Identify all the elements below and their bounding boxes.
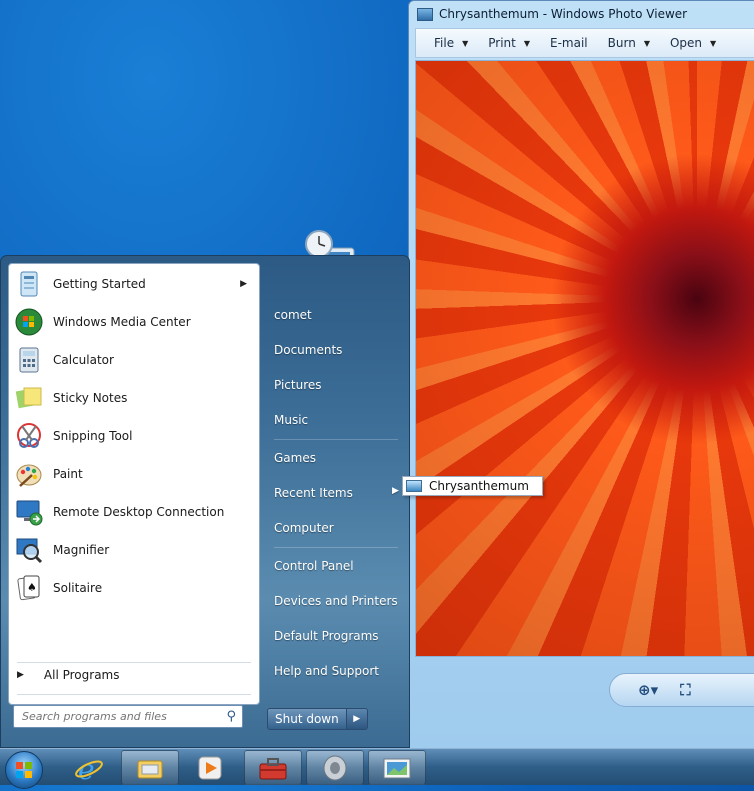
- program-sticky-notes[interactable]: Sticky Notes: [11, 380, 257, 416]
- photo-viewer-app-icon: [417, 7, 433, 21]
- taskbar-speaker[interactable]: [306, 750, 364, 785]
- place-computer[interactable]: Computer: [274, 521, 334, 535]
- solitaire-icon: ♠: [14, 573, 44, 603]
- shutdown-control: Shut down ▶: [267, 708, 368, 730]
- program-label: Snipping Tool: [53, 429, 133, 443]
- program-label: Paint: [53, 467, 83, 481]
- menu-email[interactable]: E-mail: [540, 29, 598, 57]
- place-music[interactable]: Music: [274, 413, 308, 427]
- photo-viewer-window: Chrysanthemum - Windows Photo Viewer Fil…: [408, 0, 754, 750]
- programs-separator: [17, 662, 251, 663]
- search-box: ⚲: [13, 705, 243, 728]
- search-input[interactable]: [22, 710, 212, 723]
- dropdown-arrow-icon: ▼: [523, 38, 531, 48]
- menu-file-label: File: [434, 36, 455, 50]
- menu-bar: File ▼ Print ▼ E-mail Burn ▼ Open ▼: [415, 28, 754, 58]
- all-programs-label: All Programs: [43, 668, 120, 682]
- program-solitaire[interactable]: ♠ Solitaire: [11, 570, 257, 606]
- recent-items-flyout[interactable]: Chrysanthemum: [402, 476, 543, 496]
- places-separator: [274, 439, 398, 440]
- start-button[interactable]: [5, 751, 43, 789]
- program-calculator[interactable]: Calculator: [11, 342, 257, 378]
- places-separator: [274, 547, 398, 548]
- place-user[interactable]: comet: [274, 308, 312, 322]
- taskbar-toolbox[interactable]: [244, 750, 302, 785]
- dropdown-arrow-icon: ▼: [462, 38, 469, 48]
- program-magnifier[interactable]: Magnifier: [11, 532, 257, 568]
- paint-icon: [14, 459, 44, 489]
- photo-viewer-icon: [383, 758, 411, 778]
- place-recent-items[interactable]: Recent Items ▶: [274, 486, 404, 500]
- program-windows-media-center[interactable]: Windows Media Center: [11, 304, 257, 340]
- expand-arrow-icon: ▶: [17, 670, 24, 680]
- program-remote-desktop[interactable]: Remote Desktop Connection: [11, 494, 257, 530]
- dropdown-arrow-icon: ▼: [643, 38, 650, 48]
- recent-items-label: Recent Items: [274, 486, 353, 500]
- windows-logo-icon: [16, 762, 32, 778]
- menu-burn-label: Burn: [607, 36, 636, 50]
- media-player-icon: [198, 756, 222, 779]
- all-programs[interactable]: ▶ All Programs: [17, 668, 120, 682]
- program-getting-started[interactable]: Getting Started ▶: [11, 266, 257, 302]
- remote-desktop-icon: [14, 497, 44, 527]
- svg-text:♠: ♠: [27, 581, 37, 594]
- viewer-controls: ⊕▾ ⛶: [609, 673, 754, 707]
- shutdown-button[interactable]: Shut down: [268, 709, 346, 729]
- internet-explorer-icon: e: [75, 753, 103, 783]
- taskbar-explorer[interactable]: [121, 750, 179, 785]
- menu-open-label: Open: [669, 36, 703, 50]
- actual-size-icon[interactable]: ⛶: [680, 681, 691, 699]
- shutdown-options-arrow-icon[interactable]: ▶: [345, 709, 367, 729]
- program-label: Calculator: [53, 353, 114, 367]
- chrysanthemum-photo: [415, 60, 754, 657]
- window-title: Chrysanthemum - Windows Photo Viewer: [439, 7, 688, 21]
- program-label: Windows Media Center: [53, 315, 191, 329]
- sticky-notes-icon: [14, 383, 44, 413]
- program-snipping-tool[interactable]: Snipping Tool: [11, 418, 257, 454]
- toolbox-icon: [259, 757, 287, 779]
- place-documents[interactable]: Documents: [274, 343, 342, 357]
- getting-started-icon: [14, 269, 44, 299]
- program-label: Remote Desktop Connection: [53, 505, 225, 519]
- menu-print[interactable]: Print ▼: [478, 29, 540, 57]
- search-icon[interactable]: ⚲: [226, 709, 236, 724]
- place-pictures[interactable]: Pictures: [274, 378, 322, 392]
- search-separator: [17, 694, 251, 695]
- taskbar-internet-explorer[interactable]: e: [60, 750, 118, 785]
- submenu-arrow-icon: ▶: [392, 486, 399, 496]
- image-file-icon: [406, 480, 422, 492]
- dropdown-arrow-icon: ▼: [710, 38, 717, 48]
- menu-open[interactable]: Open ▼: [660, 29, 726, 57]
- place-default-programs[interactable]: Default Programs: [274, 629, 379, 643]
- menu-file[interactable]: File ▼: [424, 29, 478, 57]
- program-label: Getting Started: [53, 277, 146, 291]
- recent-item-label: Chrysanthemum: [429, 479, 529, 493]
- taskbar: e: [0, 748, 754, 789]
- title-bar[interactable]: Chrysanthemum - Windows Photo Viewer: [409, 1, 754, 27]
- taskbar-photo-viewer[interactable]: [368, 750, 426, 785]
- speaker-icon: [323, 755, 347, 780]
- place-games[interactable]: Games: [274, 451, 316, 465]
- program-label: Sticky Notes: [53, 391, 128, 405]
- explorer-icon: [137, 760, 163, 778]
- submenu-arrow-icon: ▶: [240, 279, 247, 289]
- menu-burn[interactable]: Burn ▼: [598, 29, 660, 57]
- programs-pane: Getting Started ▶ Windows Media Center C…: [8, 263, 260, 705]
- menu-print-label: Print: [488, 36, 516, 50]
- snipping-tool-icon: [14, 421, 44, 451]
- start-menu: Getting Started ▶ Windows Media Center C…: [0, 255, 410, 748]
- zoom-icon[interactable]: ⊕▾: [638, 681, 658, 699]
- place-control-panel[interactable]: Control Panel: [274, 559, 354, 573]
- media-center-icon: [14, 307, 44, 337]
- program-paint[interactable]: Paint: [11, 456, 257, 492]
- menu-email-label: E-mail: [550, 36, 588, 50]
- taskbar-media-player[interactable]: [181, 750, 239, 785]
- place-devices-printers[interactable]: Devices and Printers: [274, 594, 398, 608]
- program-label: Magnifier: [53, 543, 110, 557]
- place-help-support[interactable]: Help and Support: [274, 664, 379, 678]
- calculator-icon: [14, 345, 44, 375]
- places-pane: comet Documents Pictures Music Games Rec…: [261, 256, 409, 746]
- magnifier-icon: [14, 535, 44, 565]
- program-label: Solitaire: [53, 581, 103, 595]
